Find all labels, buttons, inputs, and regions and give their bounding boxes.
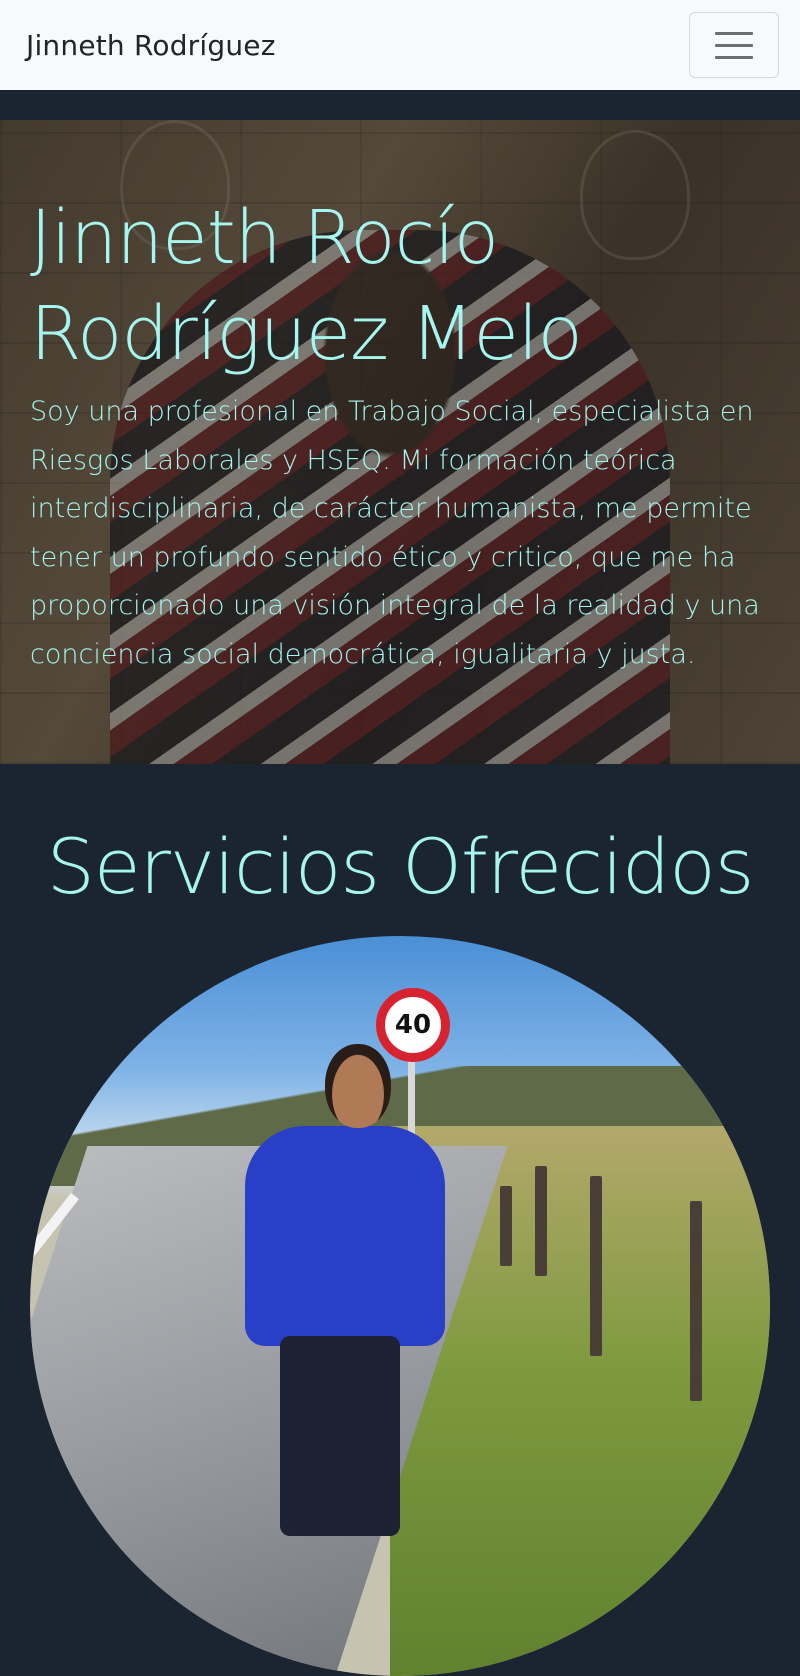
hero-text: Jinneth Rocío Rodríguez Melo Soy una pro… <box>30 190 770 679</box>
hero-description: Soy una profesional en Trabajo Social, e… <box>30 396 760 670</box>
navbar-brand[interactable]: Jinneth Rodríguez <box>26 29 276 62</box>
services-title: Servicios Ofrecidos <box>46 822 755 911</box>
hamburger-menu-icon <box>715 31 753 35</box>
speed-limit-sign: 40 <box>376 988 450 1062</box>
hero-title: Jinneth Rocío Rodríguez Melo <box>30 195 583 377</box>
navbar-toggle-button[interactable] <box>689 12 779 78</box>
hero-section: Jinneth Rocío Rodríguez Melo Soy una pro… <box>0 120 800 764</box>
services-photo: 40 <box>30 936 770 1676</box>
navbar: Jinneth Rodríguez <box>0 0 800 90</box>
